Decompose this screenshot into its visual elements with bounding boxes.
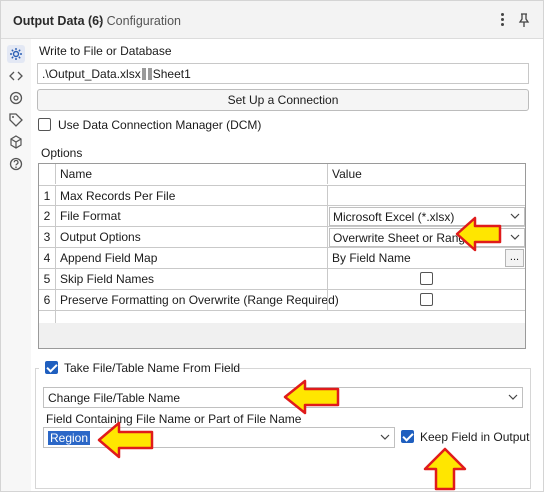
grid-header-value: Value bbox=[327, 164, 525, 184]
take-name-checkbox[interactable] bbox=[45, 361, 58, 374]
panel-header: Output Data (6) - Configuration bbox=[1, 1, 543, 39]
pin-icon[interactable] bbox=[516, 12, 532, 28]
file-path-input[interactable]: .\Output_Data.xlsx Sheet1 bbox=[37, 63, 529, 84]
table-row[interactable]: 3 Output Options Overwrite Sheet or Rang… bbox=[39, 227, 525, 248]
write-to-label: Write to File or Database bbox=[39, 44, 172, 58]
more-options-icon[interactable] bbox=[495, 11, 509, 29]
table-row[interactable]: 4 Append Field Map By Field Name ... bbox=[39, 248, 525, 269]
field-name-dropdown[interactable]: Region bbox=[43, 427, 395, 448]
grid-header-name: Name bbox=[55, 164, 327, 184]
file-format-dropdown[interactable]: Microsoft Excel (*.xlsx) bbox=[329, 207, 525, 226]
annotation-icon[interactable] bbox=[7, 89, 25, 107]
keep-field-checkbox[interactable] bbox=[401, 430, 414, 443]
tag-icon[interactable] bbox=[7, 111, 25, 129]
dcm-label: Use Data Connection Manager (DCM) bbox=[58, 118, 262, 132]
dcm-checkbox[interactable] bbox=[38, 118, 51, 131]
table-row[interactable]: 6 Preserve Formatting on Overwrite (Rang… bbox=[39, 290, 525, 311]
file-path-sheet: Sheet1 bbox=[152, 67, 191, 81]
table-row[interactable]: 2 File Format Microsoft Excel (*.xlsx) bbox=[39, 206, 525, 227]
chevron-down-icon bbox=[508, 394, 518, 400]
output-data-configuration-window: Output Data (6) - Configuration Write to… bbox=[0, 0, 544, 492]
chevron-down-icon bbox=[380, 434, 390, 440]
panel-subtitle: - Configuration bbox=[99, 14, 181, 28]
file-path-prefix: .\Output_Data.xlsx bbox=[42, 67, 141, 81]
name-mode-dropdown[interactable]: Change File/Table Name bbox=[43, 387, 523, 408]
chevron-down-icon bbox=[510, 213, 520, 219]
take-name-label: Take File/Table Name From Field bbox=[64, 361, 241, 375]
field-containing-label: Field Containing File Name or Part of Fi… bbox=[46, 412, 302, 426]
gear-icon[interactable] bbox=[7, 45, 25, 63]
code-icon[interactable] bbox=[7, 67, 25, 85]
keep-field-label: Keep Field in Output bbox=[420, 430, 530, 444]
output-options-dropdown[interactable]: Overwrite Sheet or Range bbox=[329, 228, 525, 247]
configuration-sidebar bbox=[1, 39, 31, 491]
path-separator bbox=[147, 68, 152, 80]
preserve-formatting-checkbox[interactable] bbox=[420, 293, 433, 306]
help-icon[interactable] bbox=[7, 155, 25, 173]
cube-icon[interactable] bbox=[7, 133, 25, 151]
append-field-map-value: By Field Name bbox=[327, 248, 525, 268]
field-name-value: Region bbox=[48, 431, 91, 445]
table-row[interactable]: 5 Skip Field Names bbox=[39, 269, 525, 290]
skip-field-names-checkbox[interactable] bbox=[420, 272, 433, 285]
options-label: Options bbox=[41, 146, 83, 160]
panel-title: Output Data (6) bbox=[13, 14, 104, 28]
chevron-down-icon bbox=[510, 234, 520, 240]
options-grid: Name Value 1 Max Records Per File 2 File… bbox=[38, 163, 526, 349]
path-separator bbox=[141, 68, 146, 80]
table-row[interactable]: 1 Max Records Per File bbox=[39, 186, 525, 206]
max-records-value[interactable] bbox=[327, 186, 525, 206]
grid-header-row: Name Value bbox=[39, 164, 525, 186]
append-field-map-button[interactable]: ... bbox=[505, 249, 524, 267]
set-up-connection-button[interactable]: Set Up a Connection bbox=[37, 89, 529, 111]
grid-header-num bbox=[39, 164, 55, 184]
